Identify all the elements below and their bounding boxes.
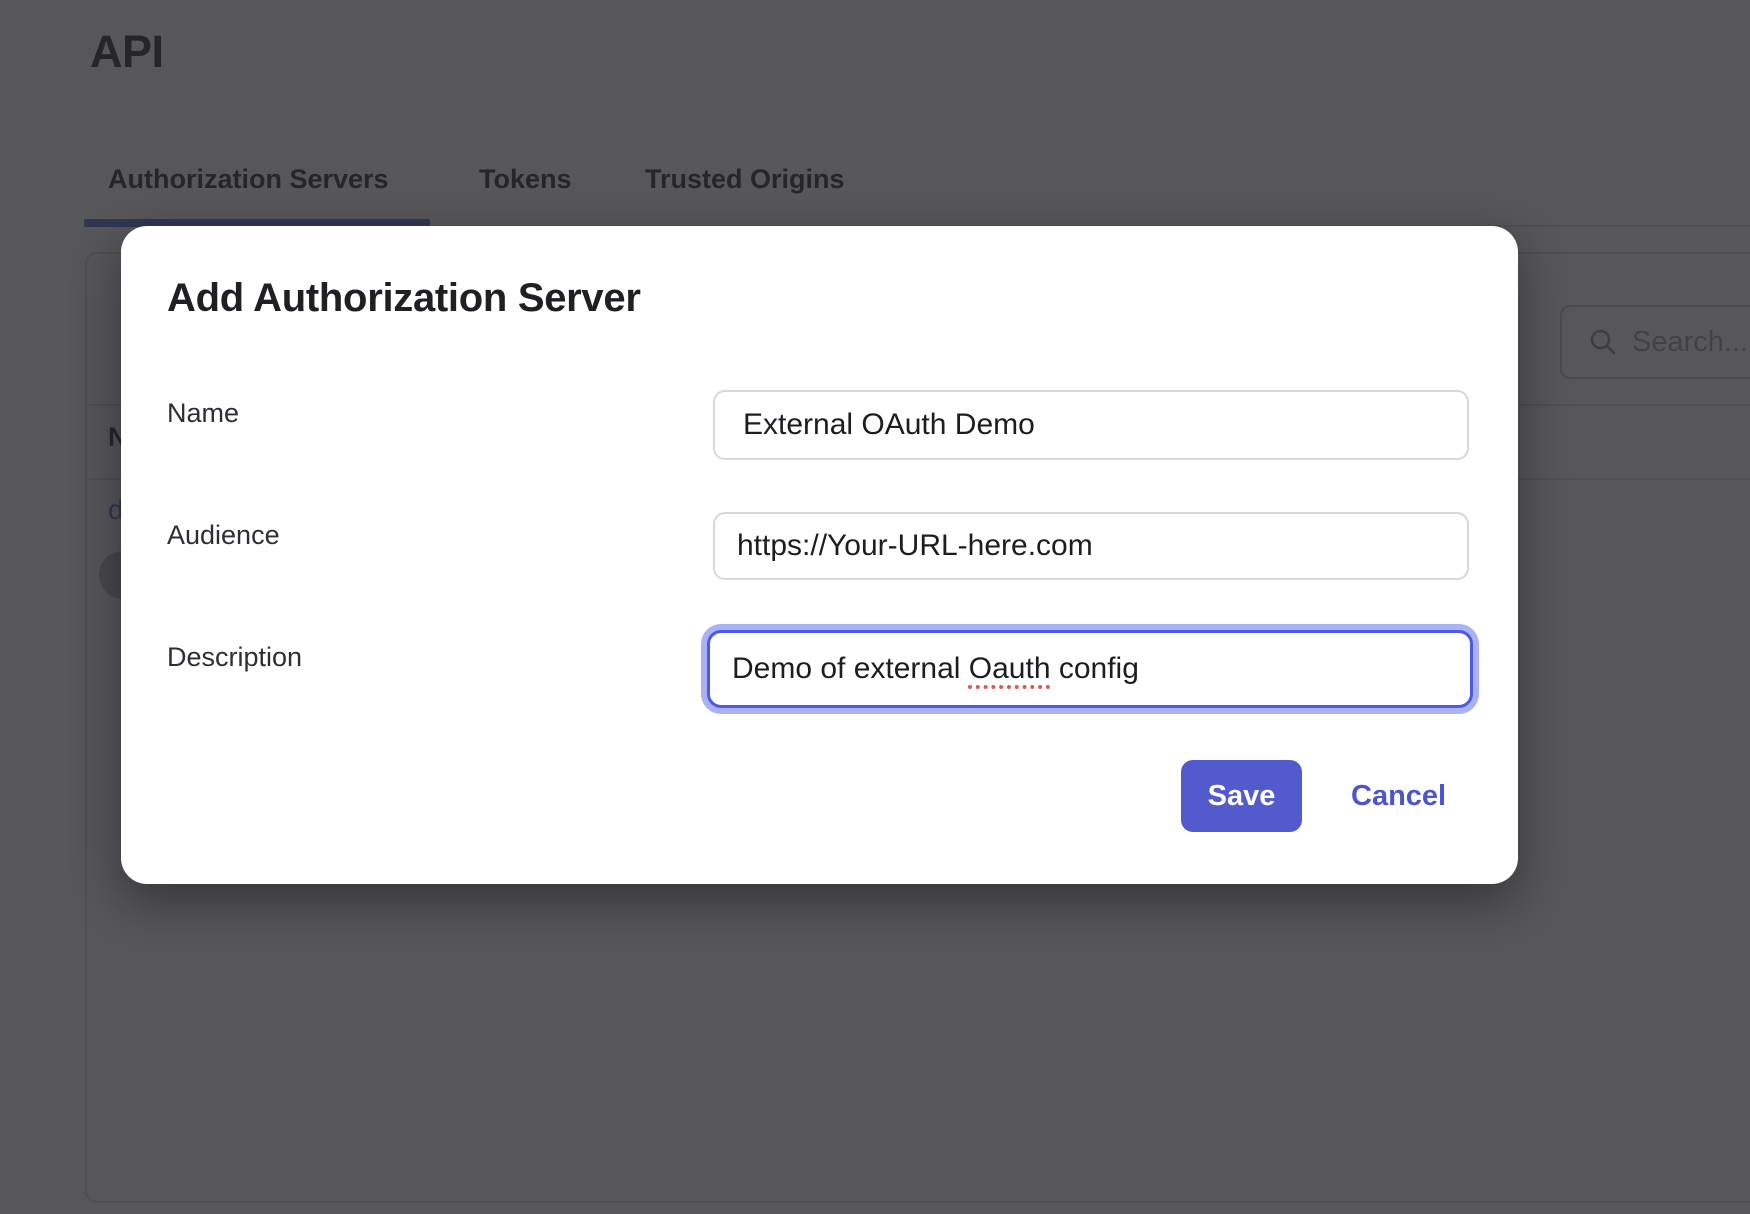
save-button[interactable]: Save [1181, 760, 1302, 832]
description-field[interactable]: Demo of external Oauth config [707, 630, 1473, 708]
audience-field[interactable] [713, 512, 1469, 580]
name-field[interactable] [713, 390, 1469, 460]
description-label: Description [167, 642, 302, 673]
description-text-after: config [1051, 652, 1139, 686]
description-misspelled-word: Oauth [969, 652, 1051, 686]
cancel-button[interactable]: Cancel [1351, 760, 1446, 832]
name-label: Name [167, 398, 239, 429]
audience-label: Audience [167, 520, 280, 551]
app-window: API Authorization Servers Tokens Trusted… [0, 0, 1750, 1214]
modal-title: Add Authorization Server [167, 276, 641, 321]
add-authorization-server-modal: Add Authorization Server Name Audience D… [121, 226, 1518, 884]
description-text-before: Demo of external [732, 652, 969, 686]
